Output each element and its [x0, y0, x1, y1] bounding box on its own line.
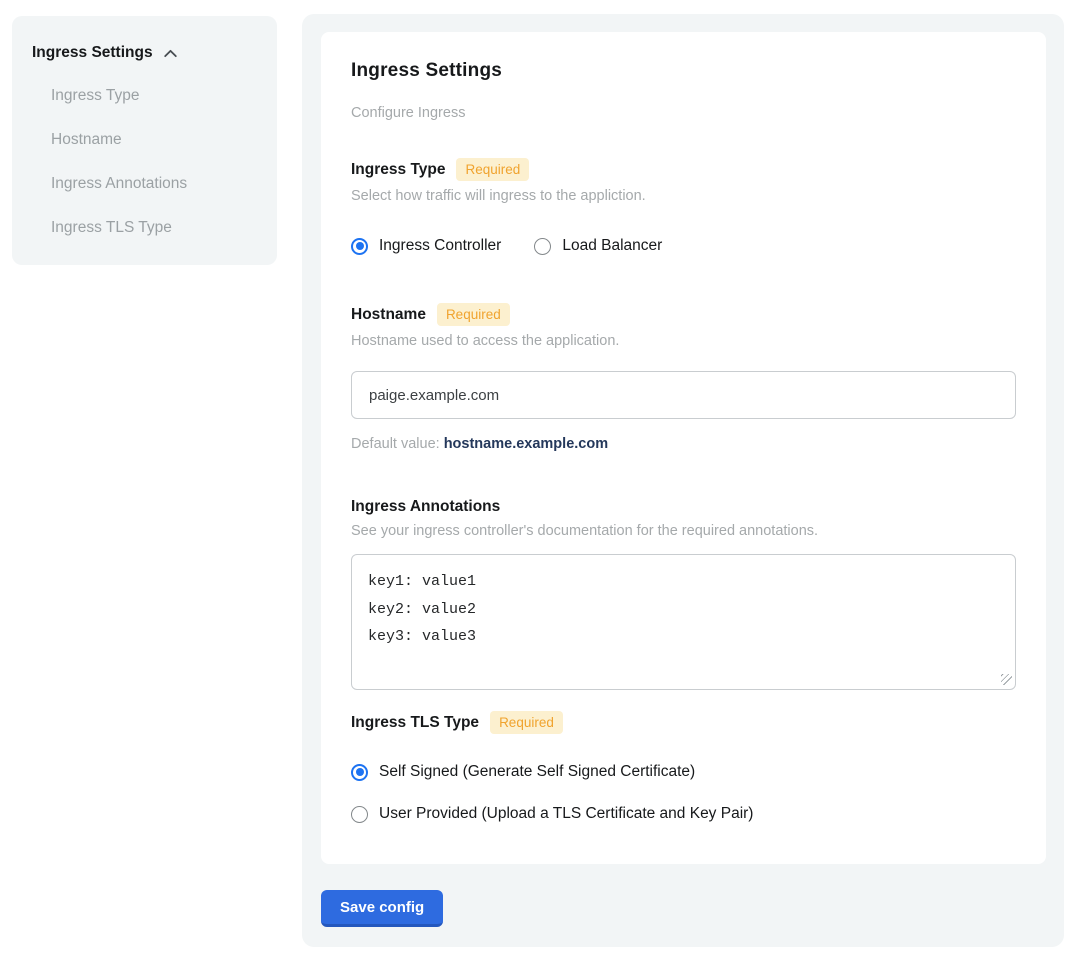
radio-load-balancer[interactable]: Load Balancer — [534, 237, 662, 255]
sidebar-item-ingress-annotations[interactable]: Ingress Annotations — [51, 175, 257, 193]
save-config-button[interactable]: Save config — [321, 890, 443, 927]
hostname-input[interactable] — [351, 371, 1016, 419]
hostname-description: Hostname used to access the application. — [351, 333, 1016, 349]
radio-unselected-icon — [534, 238, 551, 255]
annotations-textarea-wrap: key1: value1 key2: value2 key3: value3 — [351, 554, 1016, 690]
sidebar-group-ingress-settings[interactable]: Ingress Settings — [32, 43, 257, 62]
radio-user-provided[interactable]: User Provided (Upload a TLS Certificate … — [351, 805, 1016, 823]
sidebar-group-label: Ingress Settings — [32, 44, 153, 62]
required-badge: Required — [490, 711, 563, 734]
sidebar-item-ingress-tls-type[interactable]: Ingress TLS Type — [51, 219, 257, 237]
ingress-type-heading: Ingress Type Required — [351, 158, 1016, 181]
radio-selected-icon — [351, 764, 368, 781]
radio-selected-icon — [351, 238, 368, 255]
radio-label: Load Balancer — [562, 237, 662, 255]
radio-self-signed[interactable]: Self Signed (Generate Self Signed Certif… — [351, 763, 1016, 781]
ingress-type-radio-group: Ingress Controller Load Balancer — [351, 237, 1016, 255]
chevron-up-icon — [162, 45, 179, 62]
page-subtitle: Configure Ingress — [351, 105, 1016, 121]
ingress-type-description: Select how traffic will ingress to the a… — [351, 188, 1016, 204]
tls-type-label: Ingress TLS Type — [351, 714, 479, 732]
hostname-default-helper: Default value: hostname.example.com — [351, 436, 1016, 452]
annotations-label: Ingress Annotations — [351, 498, 500, 516]
sidebar: Ingress Settings Ingress Type Hostname I… — [12, 16, 277, 265]
tls-type-heading: Ingress TLS Type Required — [351, 711, 1016, 734]
tls-type-radio-group: Self Signed (Generate Self Signed Certif… — [351, 763, 1016, 823]
radio-label: Self Signed (Generate Self Signed Certif… — [379, 763, 695, 781]
default-value-prefix: Default value: — [351, 436, 444, 452]
ingress-settings-card: Ingress Settings Configure Ingress Ingre… — [321, 32, 1046, 864]
radio-ingress-controller[interactable]: Ingress Controller — [351, 237, 501, 255]
annotations-textarea[interactable]: key1: value1 key2: value2 key3: value3 — [351, 554, 1016, 690]
settings-panel: Ingress Settings Configure Ingress Ingre… — [302, 14, 1064, 947]
required-badge: Required — [437, 303, 510, 326]
sidebar-item-ingress-type[interactable]: Ingress Type — [51, 87, 257, 105]
ingress-type-label: Ingress Type — [351, 161, 445, 179]
page-title: Ingress Settings — [351, 60, 1016, 82]
radio-label: Ingress Controller — [379, 237, 501, 255]
annotations-description: See your ingress controller's documentat… — [351, 523, 1016, 539]
required-badge: Required — [456, 158, 529, 181]
radio-unselected-icon — [351, 806, 368, 823]
hostname-heading: Hostname Required — [351, 303, 1016, 326]
default-value-text: hostname.example.com — [444, 436, 608, 452]
hostname-label: Hostname — [351, 306, 426, 324]
resize-handle-icon[interactable] — [1001, 674, 1012, 685]
radio-label: User Provided (Upload a TLS Certificate … — [379, 805, 753, 823]
sidebar-item-hostname[interactable]: Hostname — [51, 131, 257, 149]
sidebar-items: Ingress Type Hostname Ingress Annotation… — [32, 87, 257, 237]
annotations-heading: Ingress Annotations — [351, 498, 1016, 516]
